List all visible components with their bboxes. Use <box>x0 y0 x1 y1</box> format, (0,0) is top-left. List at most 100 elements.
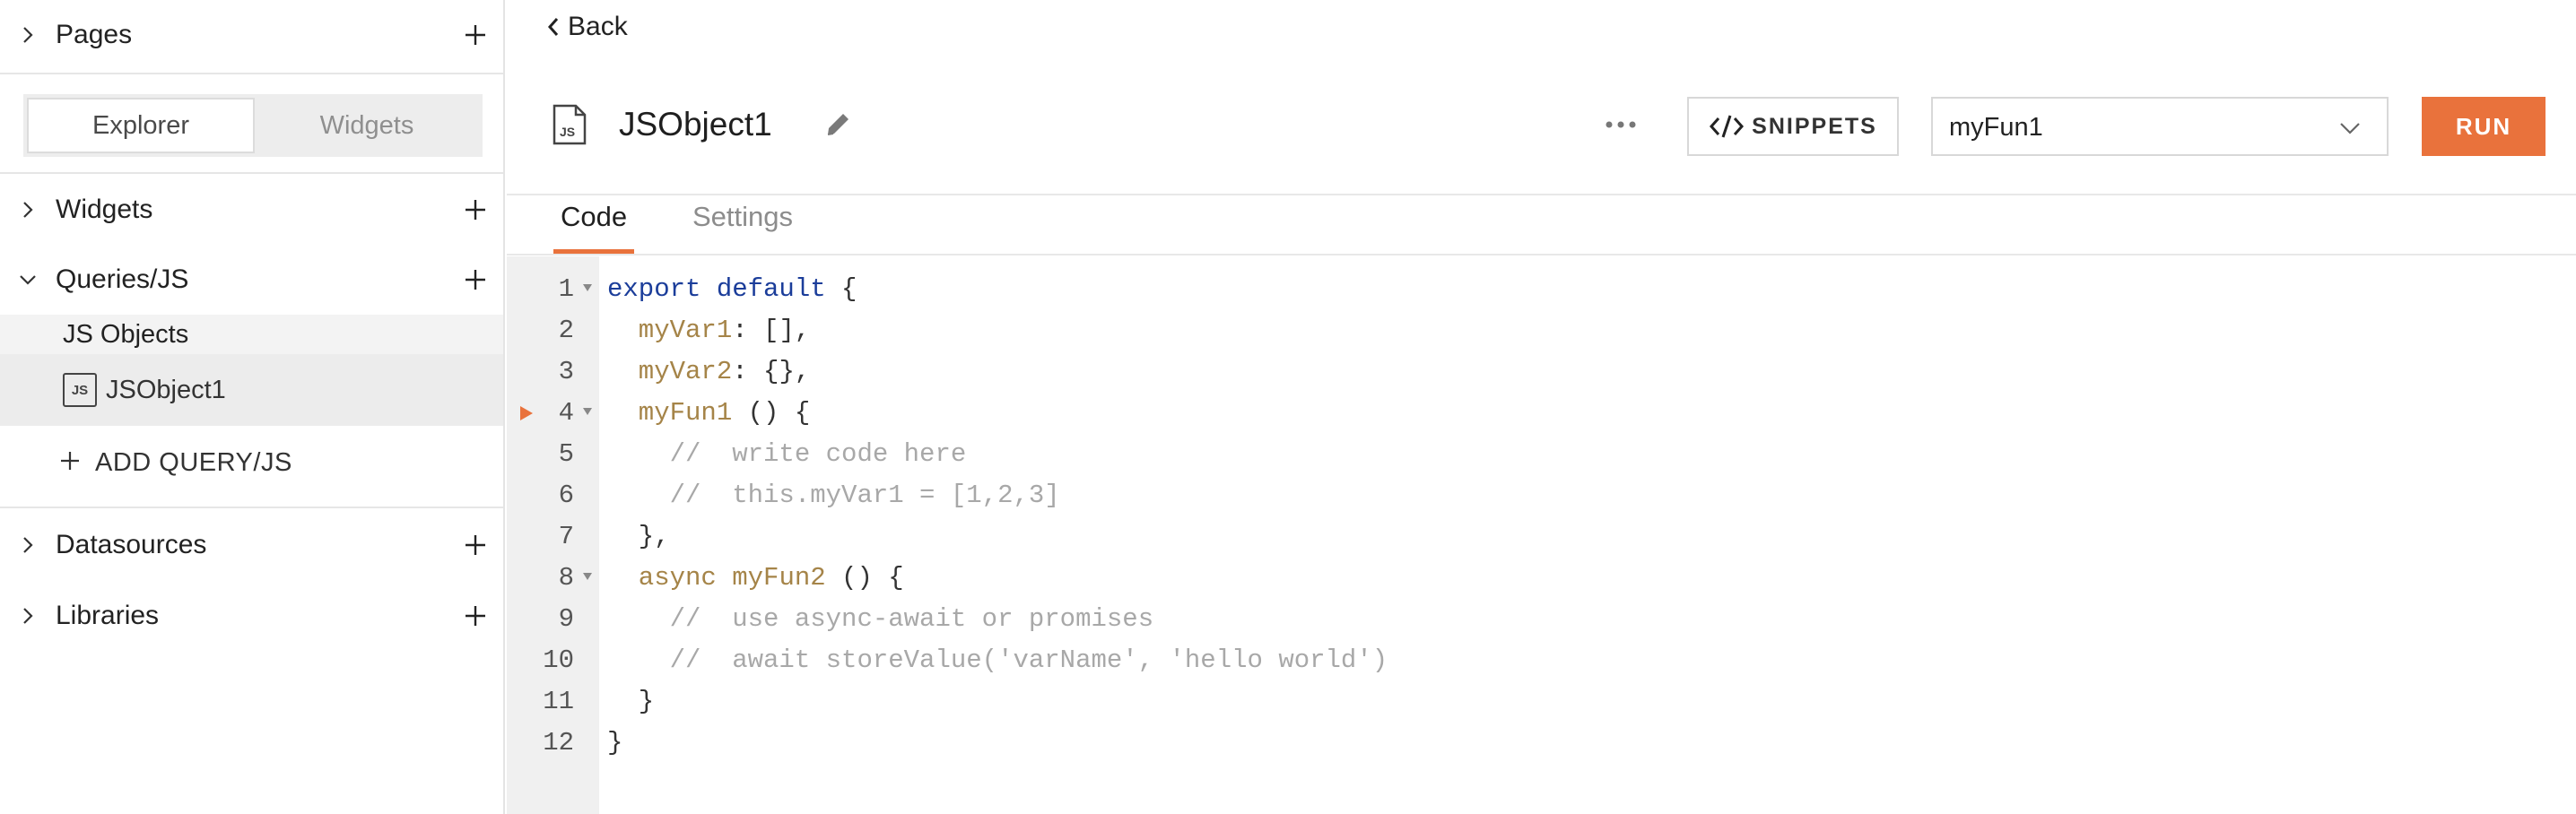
line-number: 2 <box>558 316 574 345</box>
chevron-right-icon <box>23 202 33 218</box>
code-token: myFun2 <box>732 563 826 593</box>
code-token: () { <box>732 398 811 428</box>
line-number: 6 <box>558 481 574 510</box>
code-token: () { <box>825 563 904 593</box>
sidebar-section-libraries[interactable]: Libraries <box>0 581 503 651</box>
section-label: Widgets <box>56 195 153 224</box>
chevron-down-icon <box>20 275 36 285</box>
code-text: myVar1: [], <box>607 316 810 345</box>
code-text: // use async-await or promises <box>607 604 1154 634</box>
snippets-button[interactable]: SNIPPETS <box>1687 97 1899 156</box>
code-line[interactable]: 5 // write code here <box>507 432 2576 473</box>
line-number: 8 <box>558 563 574 593</box>
line-number: 12 <box>543 728 574 758</box>
code-token: } <box>607 687 655 716</box>
chevron-left-icon <box>547 18 559 36</box>
line-number: 7 <box>558 522 574 551</box>
explorer-widgets-switcher: Explorer Widgets <box>23 94 483 157</box>
chevron-right-icon <box>23 537 33 553</box>
code-line[interactable]: 7 }, <box>507 515 2576 556</box>
code-line[interactable]: 9 // use async-await or promises <box>507 597 2576 638</box>
sidebar: Pages Explorer Widgets Widgets Queries/J… <box>0 0 505 814</box>
divider <box>0 73 503 74</box>
add-library-icon[interactable] <box>464 604 487 628</box>
code-text: myFun1 () { <box>607 398 810 428</box>
plus-icon <box>61 452 79 470</box>
code-line[interactable]: 8 async myFun2 () { <box>507 556 2576 597</box>
code-token: myVar1 <box>607 316 733 345</box>
code-text: myVar2: {}, <box>607 357 810 386</box>
item-label: JSObject1 <box>106 376 226 404</box>
sidebar-section-queries[interactable]: Queries/JS <box>0 245 503 315</box>
code-token: { <box>825 274 857 304</box>
code-token: async <box>607 563 733 593</box>
add-widget-icon[interactable] <box>464 198 487 221</box>
js-editor-pane: Back JS JSObject1 SNIPPETS myFun1 RUN Co… <box>507 0 2576 814</box>
run-button[interactable]: RUN <box>2422 97 2546 156</box>
code-line[interactable]: 2 myVar1: [], <box>507 308 2576 350</box>
line-number: 11 <box>543 687 574 716</box>
add-datasource-icon[interactable] <box>464 533 487 557</box>
fold-triangle-icon[interactable] <box>582 407 593 416</box>
code-line[interactable]: 6 // this.myVar1 = [1,2,3] <box>507 473 2576 515</box>
code-token: // use async-await or promises <box>607 604 1154 634</box>
function-select-value: myFun1 <box>1949 113 2043 142</box>
function-select[interactable]: myFun1 <box>1931 97 2389 156</box>
fold-triangle-icon[interactable] <box>582 572 593 581</box>
code-text: } <box>607 728 622 758</box>
code-line[interactable]: 10 // await storeValue('varName', 'hello… <box>507 638 2576 680</box>
sidebar-section-datasources[interactable]: Datasources <box>0 510 503 580</box>
chevron-right-icon <box>23 27 33 43</box>
tab-code[interactable]: Code <box>561 201 627 233</box>
tab-explorer[interactable]: Explorer <box>27 98 255 153</box>
tab-settings[interactable]: Settings <box>692 201 793 233</box>
code-token: : {}, <box>732 357 811 386</box>
code-line[interactable]: 1 export default { <box>507 267 2576 308</box>
add-label: ADD QUERY/JS <box>95 448 292 477</box>
add-page-icon[interactable] <box>464 23 487 47</box>
fold-triangle-icon[interactable] <box>582 283 593 292</box>
sidebar-section-pages[interactable]: Pages <box>0 0 503 70</box>
code-text: async myFun2 () { <box>607 563 904 593</box>
code-token: // await storeValue('varName', 'hello wo… <box>607 645 1388 675</box>
code-line[interactable]: 12} <box>507 721 2576 762</box>
divider <box>0 507 503 508</box>
section-label: Libraries <box>56 601 160 630</box>
group-label: JS Objects <box>63 320 189 349</box>
back-button[interactable]: Back <box>544 11 628 43</box>
js-objects-group: JS Objects <box>0 315 503 354</box>
code-text: export default { <box>607 274 857 304</box>
code-line[interactable]: 4 myFun1 () { <box>507 391 2576 432</box>
list-item-jsobject1[interactable]: JS JSObject1 <box>0 354 503 426</box>
js-file-icon: JS <box>63 373 97 407</box>
divider <box>507 254 2576 255</box>
app-root: Pages Explorer Widgets Widgets Queries/J… <box>0 0 2576 814</box>
code-token: } <box>607 728 623 758</box>
divider <box>507 194 2576 195</box>
line-number: 1 <box>558 274 574 304</box>
editor-header: JS JSObject1 SNIPPETS myFun1 RUN <box>507 81 2576 170</box>
edit-pencil-icon[interactable] <box>822 109 853 140</box>
line-number: 3 <box>558 357 574 386</box>
tab-widgets[interactable]: Widgets <box>255 98 479 153</box>
code-text: }, <box>607 522 670 551</box>
code-token: myVar2 <box>607 357 733 386</box>
line-number: 9 <box>558 604 574 634</box>
code-text: // write code here <box>607 439 967 469</box>
divider <box>0 172 503 174</box>
line-number: 4 <box>558 398 574 428</box>
section-label: Pages <box>56 20 133 49</box>
more-options-icon[interactable] <box>1601 109 1640 140</box>
code-text: } <box>607 687 654 716</box>
code-line[interactable]: 11 } <box>507 680 2576 721</box>
section-label: Datasources <box>56 530 207 559</box>
code-editor[interactable]: 1 export default {2 myVar1: [], 3 myVar2: … <box>507 256 2576 814</box>
page-title[interactable]: JSObject1 <box>619 106 772 143</box>
code-text: // await storeValue('varName', 'hello wo… <box>607 645 1388 675</box>
add-query-icon[interactable] <box>464 268 487 291</box>
sidebar-section-widgets[interactable]: Widgets <box>0 175 503 245</box>
line-number: 10 <box>543 645 574 675</box>
code-token: myFun1 <box>607 398 733 428</box>
add-query-js-button[interactable]: ADD QUERY/JS <box>0 429 503 496</box>
code-line[interactable]: 3 myVar2: {}, <box>507 350 2576 391</box>
